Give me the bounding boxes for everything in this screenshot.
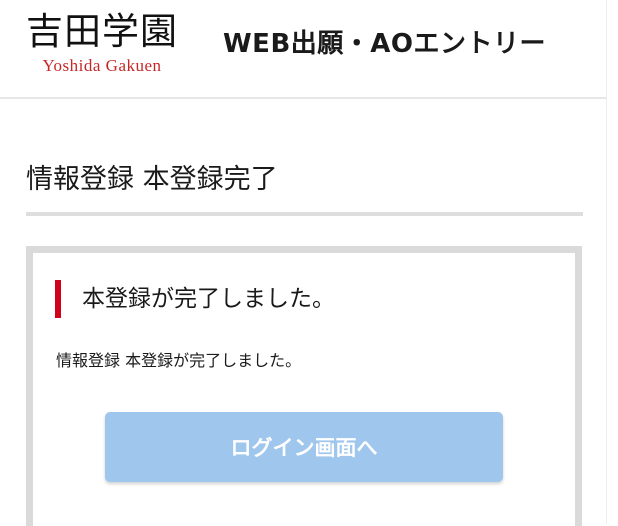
panel-heading: 本登録が完了しました。 [55,280,335,318]
site-title: WEB出願・AOエントリー [223,29,546,59]
yoshida-gakuen-logo[interactable]: 吉田学園 Yoshida Gakuen [22,10,182,76]
page-title: 情報登録 本登録完了 [26,164,278,195]
content-edge-divider [606,99,607,524]
page-title-divider [26,212,583,216]
login-screen-button[interactable]: ログイン画面へ [105,412,503,482]
completion-panel: 本登録が完了しました。 情報登録 本登録が完了しました。 ログイン画面へ [26,246,582,526]
completion-message: 情報登録 本登録が完了しました。 [56,351,302,370]
site-header: 吉田学園 Yoshida Gakuen WEB出願・AOエントリー [0,0,607,99]
logo-roman-text: Yoshida Gakuen [42,56,162,75]
logo-kanji-text: 吉田学園 [26,10,178,53]
